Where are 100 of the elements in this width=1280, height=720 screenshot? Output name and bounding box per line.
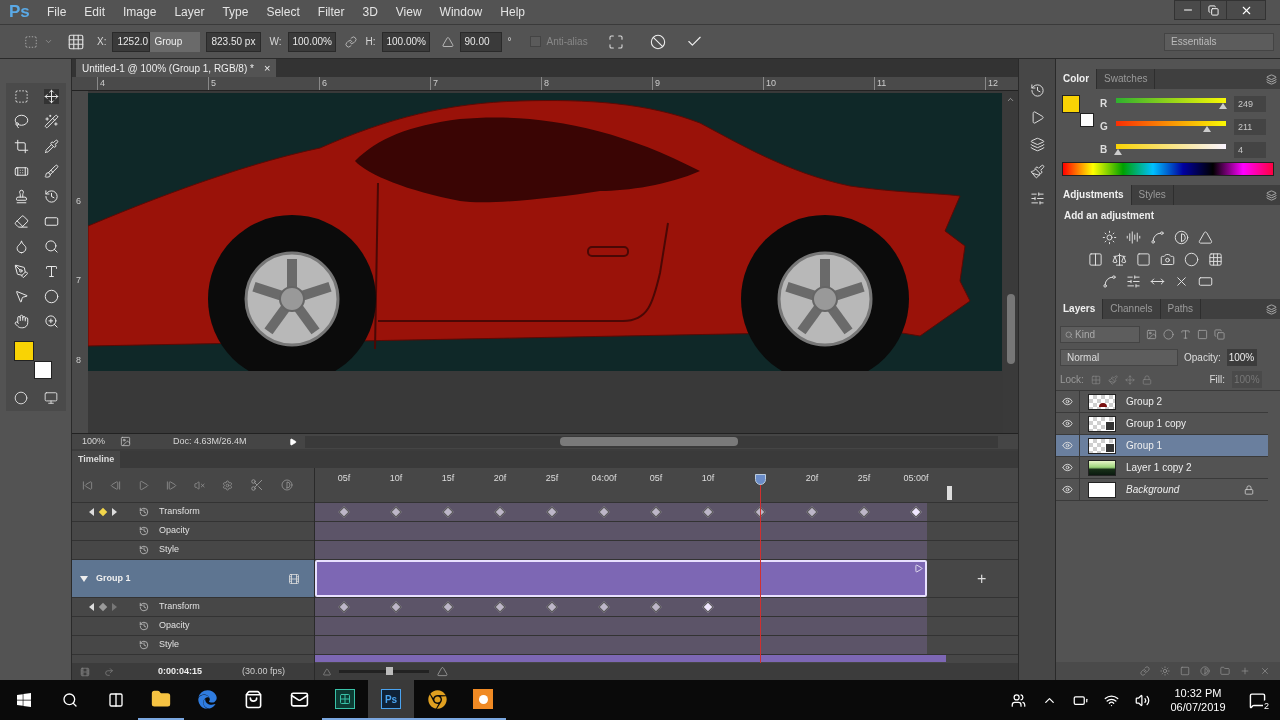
- keyframe-icon[interactable]: [494, 506, 506, 518]
- task-view-icon[interactable]: [108, 692, 124, 708]
- play-icon[interactable]: [1029, 110, 1045, 125]
- layer-row[interactable]: Group 1 copy: [1056, 413, 1268, 435]
- background-swatch[interactable]: [34, 361, 52, 379]
- channel-slider-thumb[interactable]: [1113, 148, 1122, 155]
- menu-item[interactable]: Select: [257, 3, 309, 21]
- channel-slider-thumb[interactable]: [1202, 125, 1211, 132]
- menu-item[interactable]: Image: [114, 3, 166, 21]
- work-area-end-handle[interactable]: [947, 486, 952, 500]
- keyframe-icon[interactable]: [650, 601, 662, 613]
- menu-item[interactable]: Help: [491, 3, 534, 21]
- stopwatch-icon[interactable]: [139, 526, 149, 536]
- add-keyframe-icon[interactable]: [98, 507, 108, 517]
- panel-tab[interactable]: Layers: [1056, 299, 1104, 319]
- background-color[interactable]: [1080, 113, 1094, 127]
- square-icon[interactable]: [1136, 252, 1151, 267]
- sliders-icon[interactable]: [1029, 191, 1045, 206]
- scrollbar-thumb[interactable]: [1006, 294, 1015, 364]
- foreground-swatch[interactable]: [14, 341, 34, 361]
- layer-row[interactable]: Layer 1 copy 2: [1056, 457, 1268, 479]
- bandage-icon[interactable]: [13, 164, 29, 179]
- channel-value-field[interactable]: 4: [1234, 141, 1266, 158]
- notifications-button[interactable]: 2: [1244, 687, 1270, 713]
- quick-mask-icon[interactable]: [14, 391, 28, 405]
- previous-keyframe-icon[interactable]: [89, 508, 94, 516]
- previous-keyframe-icon[interactable]: [89, 603, 94, 611]
- layer-comps-icon[interactable]: [1029, 137, 1045, 152]
- menu-item[interactable]: 3D: [353, 3, 387, 21]
- ellipse-icon[interactable]: [43, 289, 59, 304]
- keyframe-icon[interactable]: [494, 601, 506, 613]
- w-field[interactable]: 100.00%: [287, 31, 336, 52]
- layer-row[interactable]: Group 1: [1056, 435, 1268, 457]
- triangle-icon[interactable]: [1198, 230, 1213, 245]
- keyframe-icon[interactable]: [598, 506, 610, 518]
- y-field[interactable]: 823.50 px: [206, 31, 262, 52]
- menu-item[interactable]: View: [386, 3, 431, 21]
- zoom-slider[interactable]: [339, 667, 429, 676]
- menu-item[interactable]: Type: [213, 3, 258, 21]
- film-icon[interactable]: [288, 572, 300, 585]
- wand-icon[interactable]: [43, 114, 59, 129]
- panel-tab[interactable]: Adjustments: [1056, 185, 1132, 205]
- timeline-tab[interactable]: Timeline: [72, 451, 121, 468]
- tab-close[interactable]: ×: [263, 59, 271, 77]
- keyframe-icon[interactable]: [546, 601, 558, 613]
- visibility-icon[interactable]: [1062, 462, 1073, 473]
- taskbar-app[interactable]: Ps: [368, 680, 414, 720]
- keyframe-icon[interactable]: [598, 601, 610, 613]
- history-icon[interactable]: [1029, 83, 1045, 98]
- hand-icon[interactable]: [13, 314, 29, 329]
- panel-tab[interactable]: Paths: [1160, 299, 1202, 319]
- status-menu-icon[interactable]: [289, 437, 297, 446]
- visibility-icon[interactable]: [1062, 418, 1073, 429]
- keyframe-icon[interactable]: [702, 601, 714, 613]
- menu-item[interactable]: Edit: [75, 3, 115, 21]
- clip-end-icon[interactable]: [914, 564, 923, 573]
- playhead-handle[interactable]: [755, 474, 766, 485]
- visibility-icon[interactable]: [1062, 396, 1073, 407]
- keyframe-icon[interactable]: [650, 506, 662, 518]
- wifi-icon[interactable]: [1104, 692, 1119, 708]
- search-icon[interactable]: [62, 692, 78, 708]
- layer-clip[interactable]: [315, 655, 946, 662]
- link-icon[interactable]: [344, 35, 357, 48]
- keyframe-icon[interactable]: [390, 601, 402, 613]
- keyframe-icon[interactable]: [338, 506, 350, 518]
- channel-value-field[interactable]: 249: [1234, 95, 1266, 112]
- menu-item[interactable]: File: [38, 3, 76, 21]
- keyframe-icon[interactable]: [910, 506, 922, 518]
- channel-slider[interactable]: [1116, 97, 1226, 110]
- layer-row[interactable]: Background: [1056, 479, 1268, 501]
- keyframe-icon[interactable]: [442, 506, 454, 518]
- camera-icon[interactable]: [1160, 252, 1175, 267]
- curve-icon[interactable]: [1150, 230, 1165, 245]
- keyframe-icon[interactable]: [390, 506, 402, 518]
- stopwatch-icon[interactable]: [139, 545, 149, 555]
- opacity-field[interactable]: 100%: [1226, 348, 1257, 366]
- brush-icon[interactable]: [1029, 164, 1045, 179]
- zoom-icon[interactable]: [43, 314, 59, 329]
- keyframe-icon[interactable]: [806, 506, 818, 518]
- start-icon[interactable]: [16, 692, 32, 708]
- angle-icon[interactable]: [441, 35, 454, 48]
- keyframe-icon[interactable]: [702, 506, 714, 518]
- sun-icon[interactable]: [1102, 230, 1117, 245]
- panel-tab[interactable]: Styles: [1131, 185, 1174, 205]
- add-keyframe-icon[interactable]: [98, 602, 108, 612]
- keyframe-icon[interactable]: [338, 601, 350, 613]
- scroll-up-icon[interactable]: [1006, 95, 1015, 104]
- levels-icon[interactable]: [1126, 230, 1141, 245]
- zoom-slider-thumb[interactable]: [385, 667, 393, 675]
- channel-slider-thumb[interactable]: [1219, 102, 1228, 109]
- circles-icon[interactable]: [1184, 252, 1199, 267]
- stamp-icon[interactable]: [13, 189, 29, 204]
- keyframe-icon[interactable]: [858, 506, 870, 518]
- menu-item[interactable]: Filter: [308, 3, 354, 21]
- lasso-icon[interactable]: [13, 114, 29, 129]
- scissors-icon[interactable]: [250, 478, 264, 492]
- workspace-select[interactable]: Essentials: [1164, 32, 1274, 51]
- pixel-filter-icon[interactable]: [1146, 329, 1157, 340]
- crop-icon[interactable]: [13, 139, 29, 154]
- stopwatch-icon[interactable]: [139, 602, 149, 612]
